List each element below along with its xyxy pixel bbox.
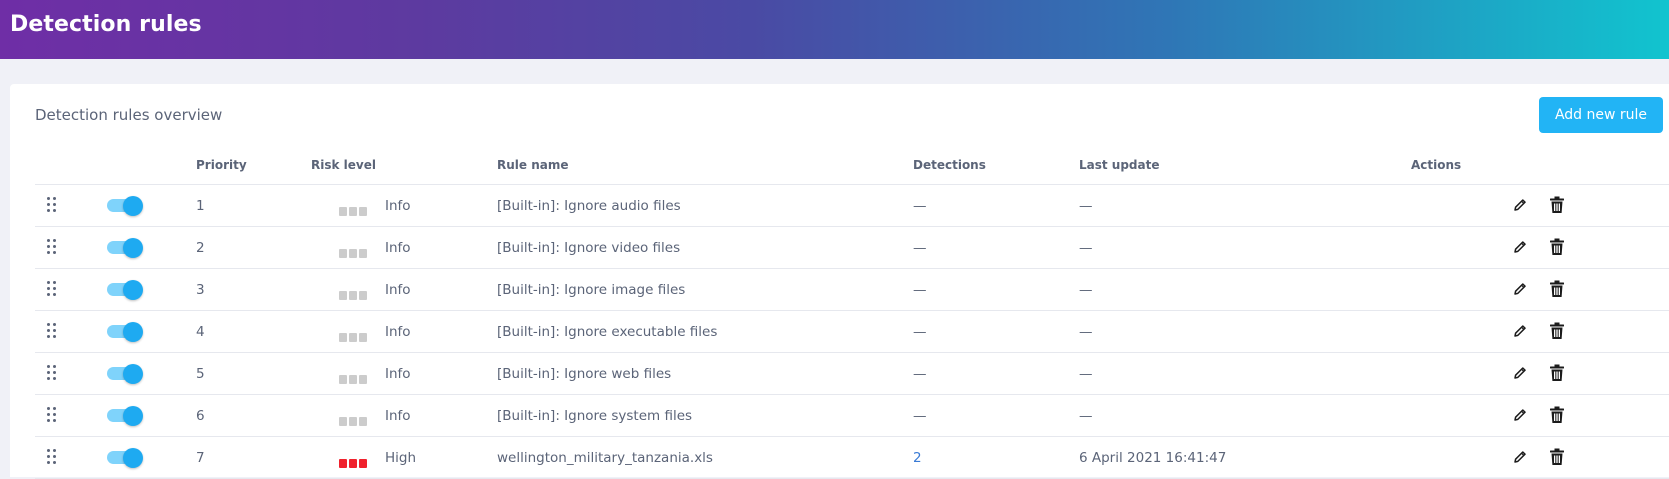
drag-handle-icon[interactable]: [47, 407, 57, 423]
table-row: 6 Info [Built-in]: Ignore system files —…: [35, 395, 1669, 437]
rule-name: [Built-in]: Ignore system files: [497, 408, 693, 424]
drag-handle-icon[interactable]: [47, 281, 57, 297]
last-update-value: —: [1079, 366, 1093, 382]
detections-count: —: [913, 198, 927, 214]
rule-name: [Built-in]: Ignore audio files: [497, 198, 681, 214]
priority-value: 3: [196, 282, 205, 298]
rule-name: [Built-in]: Ignore executable files: [497, 324, 718, 340]
column-header-actions: Actions: [1411, 158, 1462, 172]
table-row: 1 Info [Built-in]: Ignore audio files — …: [35, 185, 1669, 227]
risk-level-indicator: [339, 201, 369, 216]
drag-handle-icon[interactable]: [47, 365, 57, 381]
priority-value: 4: [196, 324, 205, 340]
drag-handle-icon[interactable]: [47, 323, 57, 339]
pencil-icon[interactable]: [1512, 239, 1528, 255]
risk-level-indicator: [339, 285, 369, 300]
rule-name: wellington_military_tanzania.xls: [497, 450, 713, 466]
risk-level-label: Info: [385, 408, 411, 424]
last-update-value: —: [1079, 198, 1093, 214]
trash-icon[interactable]: [1549, 280, 1565, 298]
priority-value: 6: [196, 408, 205, 424]
rule-name: [Built-in]: Ignore web files: [497, 366, 672, 382]
page-title: Detection rules: [10, 12, 202, 37]
table-row: 7 High wellington_military_tanzania.xls …: [35, 437, 1669, 479]
rule-enabled-toggle[interactable]: [107, 364, 143, 384]
column-header-priority[interactable]: Priority: [196, 158, 247, 172]
drag-handle-icon[interactable]: [47, 197, 57, 213]
trash-icon[interactable]: [1549, 364, 1565, 382]
trash-icon[interactable]: [1549, 238, 1565, 256]
table-row: 2 Info [Built-in]: Ignore video files — …: [35, 227, 1669, 269]
rule-enabled-toggle[interactable]: [107, 322, 143, 342]
pencil-icon[interactable]: [1512, 407, 1528, 423]
detections-count: —: [913, 324, 927, 340]
rule-enabled-toggle[interactable]: [107, 196, 143, 216]
rule-name: [Built-in]: Ignore image files: [497, 282, 686, 298]
risk-level-label: Info: [385, 240, 411, 256]
last-update-value: 6 April 2021 16:41:47: [1079, 450, 1227, 466]
rule-enabled-toggle[interactable]: [107, 280, 143, 300]
risk-level-label: Info: [385, 282, 411, 298]
pencil-icon[interactable]: [1512, 323, 1528, 339]
page-header: Detection rules: [0, 0, 1669, 59]
column-header-rule-name[interactable]: Rule name: [497, 158, 569, 172]
detections-count: —: [913, 282, 927, 298]
pencil-icon[interactable]: [1512, 281, 1528, 297]
detections-count: —: [913, 240, 927, 256]
table-row: 4 Info [Built-in]: Ignore executable fil…: [35, 311, 1669, 353]
detections-count: —: [913, 366, 927, 382]
table-body: 1 Info [Built-in]: Ignore audio files — …: [35, 185, 1669, 479]
rules-card: Detection rules overview Add new rule Pr…: [10, 84, 1669, 479]
table-row: 3 Info [Built-in]: Ignore image files — …: [35, 269, 1669, 311]
risk-level-label: Info: [385, 324, 411, 340]
priority-value: 1: [196, 198, 205, 214]
trash-icon[interactable]: [1549, 448, 1565, 466]
table-header: Priority Risk level Rule name Detections…: [35, 146, 1669, 185]
trash-icon[interactable]: [1549, 406, 1565, 424]
priority-value: 5: [196, 366, 205, 382]
risk-level-indicator: [339, 327, 369, 342]
trash-icon[interactable]: [1549, 322, 1565, 340]
last-update-value: —: [1079, 324, 1093, 340]
column-header-risk-level[interactable]: Risk level: [311, 158, 376, 172]
trash-icon[interactable]: [1549, 196, 1565, 214]
rules-table: Priority Risk level Rule name Detections…: [35, 146, 1669, 479]
pencil-icon[interactable]: [1512, 365, 1528, 381]
risk-level-indicator: [339, 411, 369, 426]
add-new-rule-button[interactable]: Add new rule: [1539, 97, 1663, 133]
risk-level-label: Info: [385, 198, 411, 214]
drag-handle-icon[interactable]: [47, 239, 57, 255]
rule-enabled-toggle[interactable]: [107, 406, 143, 426]
last-update-value: —: [1079, 408, 1093, 424]
rule-enabled-toggle[interactable]: [107, 448, 143, 468]
risk-level-indicator: [339, 243, 369, 258]
detections-count[interactable]: 2: [913, 450, 922, 466]
drag-handle-icon[interactable]: [47, 449, 57, 465]
risk-level-label: High: [385, 450, 417, 466]
column-header-last-update[interactable]: Last update: [1079, 158, 1160, 172]
table-row: 5 Info [Built-in]: Ignore web files — —: [35, 353, 1669, 395]
priority-value: 7: [196, 450, 205, 466]
rule-name: [Built-in]: Ignore video files: [497, 240, 681, 256]
column-header-detections[interactable]: Detections: [913, 158, 986, 172]
risk-level-label: Info: [385, 366, 411, 382]
rule-enabled-toggle[interactable]: [107, 238, 143, 258]
pencil-icon[interactable]: [1512, 449, 1528, 465]
pencil-icon[interactable]: [1512, 197, 1528, 213]
last-update-value: —: [1079, 240, 1093, 256]
risk-level-indicator: [339, 453, 369, 468]
card-title: Detection rules overview: [35, 106, 223, 124]
detections-count: —: [913, 408, 927, 424]
risk-level-indicator: [339, 369, 369, 384]
priority-value: 2: [196, 240, 205, 256]
last-update-value: —: [1079, 282, 1093, 298]
